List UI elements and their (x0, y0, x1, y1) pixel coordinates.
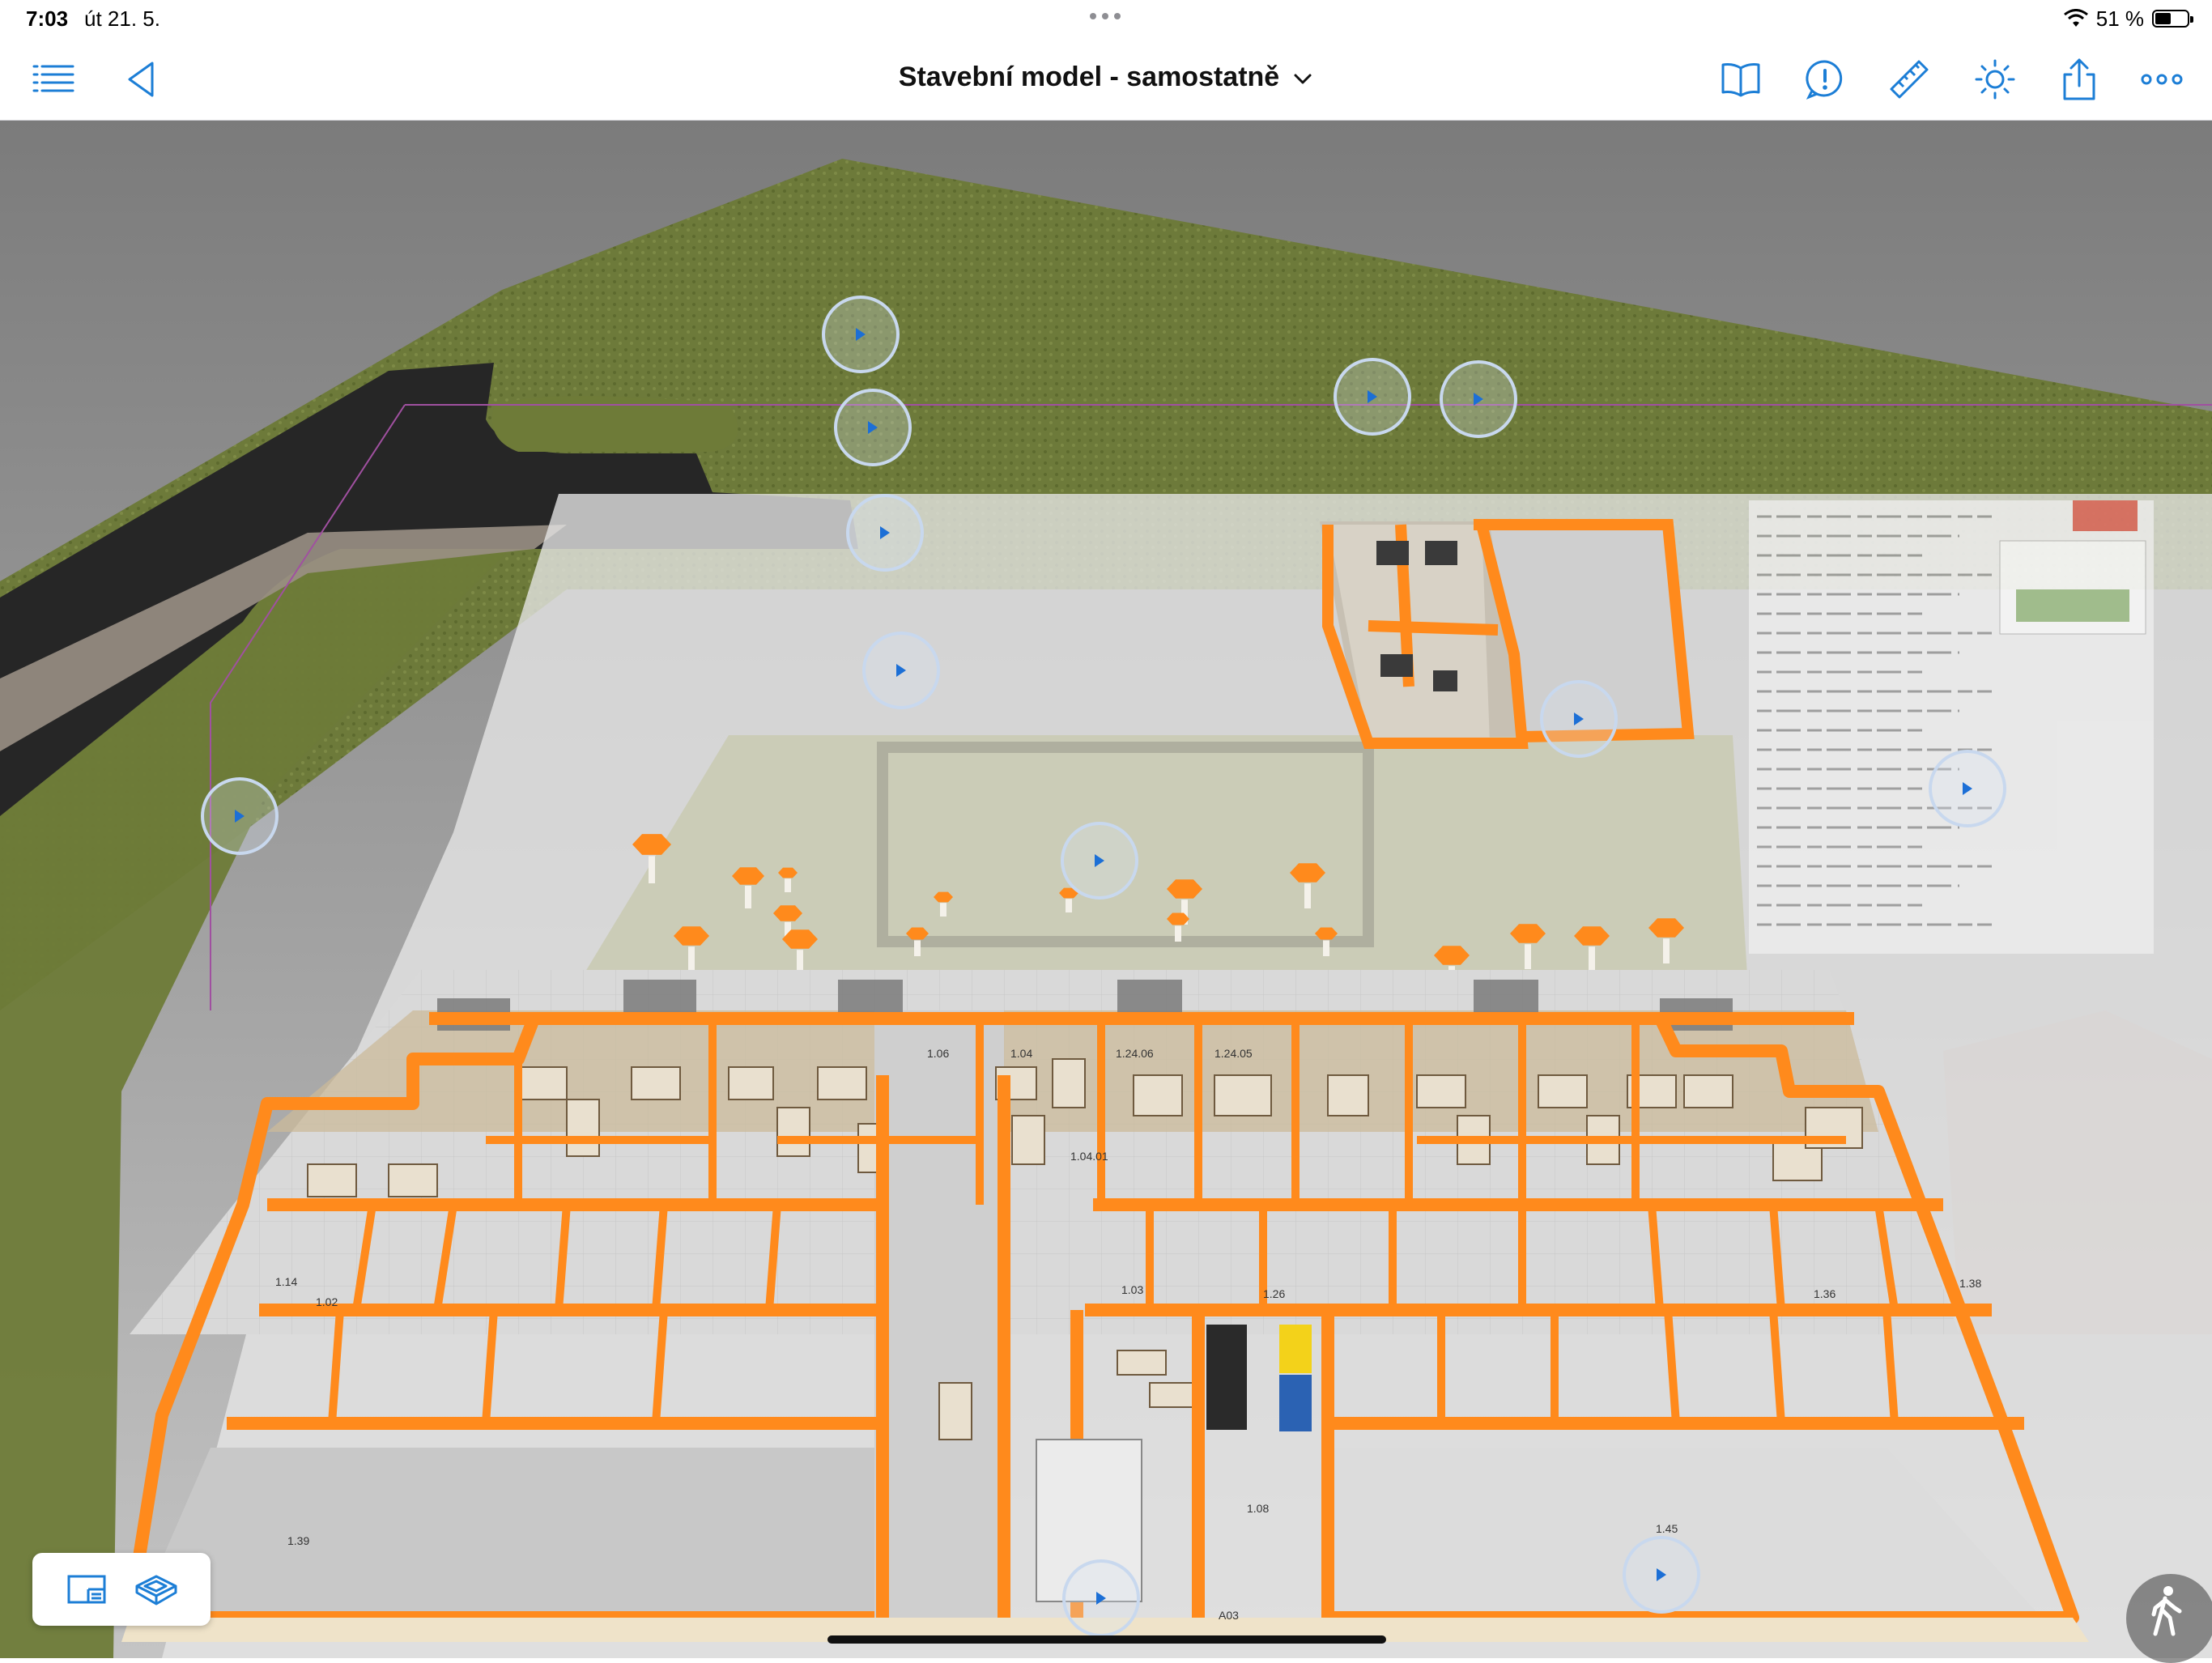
drawing-legend-table (1749, 500, 2154, 954)
furniture-item (388, 1163, 438, 1197)
room-label: 1.38 (1959, 1277, 1981, 1290)
marker-stem (1663, 938, 1670, 963)
marker-stem (745, 886, 751, 908)
furniture-item (517, 1066, 568, 1100)
furniture-item (631, 1066, 681, 1100)
multitasking-dots[interactable] (1090, 8, 1122, 24)
furniture-item (817, 1066, 867, 1100)
furniture-item (938, 1382, 972, 1440)
chevron-down-icon (1294, 74, 1312, 84)
home-indicator (827, 1635, 1386, 1644)
room-label: 1.36 (1814, 1287, 1836, 1300)
furniture-item (1214, 1074, 1272, 1116)
balcony (838, 980, 903, 1012)
main-building (121, 970, 2089, 1642)
room-label: 1.08 (1247, 1502, 1269, 1515)
room-label: 1.14 (275, 1275, 297, 1288)
room-label: 1.06 (927, 1047, 949, 1060)
model-title-dropdown[interactable]: Stavební model - samostatně (0, 62, 2212, 93)
furniture-item (1538, 1074, 1588, 1108)
marker-stem (1304, 883, 1311, 908)
room-label: 1.24.06 (1116, 1047, 1154, 1060)
book-icon[interactable] (1718, 57, 1763, 102)
room-label: 1.45 (1656, 1522, 1678, 1535)
room-label: 1.24.05 (1214, 1047, 1253, 1060)
status-time: 7:03 (26, 6, 69, 31)
furniture-item (728, 1066, 774, 1100)
status-date: út 21. 5. (84, 6, 160, 31)
room-label: 1.39 (287, 1534, 309, 1547)
room-label: 1.03 (1121, 1283, 1143, 1296)
room-label: 1.02 (316, 1295, 338, 1308)
furniture-item (566, 1099, 600, 1157)
ruler-icon[interactable] (1887, 57, 1932, 102)
marker-stem (649, 856, 655, 883)
more-icon[interactable] (2139, 57, 2184, 102)
marker-stem (785, 878, 791, 892)
status-bar: 7:03 út 21. 5. 51 % (0, 0, 2212, 39)
battery-fill (2155, 13, 2172, 24)
wifi-icon (2063, 9, 2088, 27)
furniture-item (1149, 1382, 1199, 1408)
model-3d-icon[interactable] (134, 1567, 179, 1612)
marker-stem (1323, 940, 1329, 956)
room-label: 1.04.01 (1070, 1150, 1108, 1163)
furniture-item (1327, 1074, 1369, 1116)
furniture-item (1011, 1115, 1045, 1165)
furniture-item (1052, 1058, 1086, 1108)
furniture-item (1133, 1074, 1183, 1116)
battery-percent: 51 % (2095, 6, 2144, 31)
walk-icon (2151, 1586, 2182, 1636)
walk-mode-button[interactable] (2126, 1574, 2212, 1663)
battery-icon (2152, 10, 2193, 28)
status-right: 51 % (2063, 6, 2193, 31)
building-model-scene[interactable]: 1.06 1.04 1.24.06 1.24.05 1.04.01 1.14 1… (0, 120, 2212, 1658)
alert-icon[interactable] (1802, 57, 1848, 102)
view-mode-toggle[interactable] (32, 1553, 211, 1626)
room-label: 1.04 (1010, 1047, 1032, 1060)
balcony (1117, 980, 1182, 1012)
marker-stem (914, 940, 921, 956)
marker-stem (1066, 899, 1072, 912)
furniture-item (1683, 1074, 1733, 1108)
furniture-item (307, 1163, 357, 1197)
share-icon[interactable] (2057, 57, 2102, 102)
sun-icon[interactable] (1972, 57, 2018, 102)
sheet-view-icon[interactable] (64, 1567, 109, 1612)
balcony (623, 980, 696, 1012)
marker-stem (1175, 925, 1181, 942)
furniture-item (1117, 1350, 1167, 1376)
page-title: Stavební model - samostatně (898, 62, 1280, 92)
nav-bar: Stavební model - samostatně (0, 39, 2212, 121)
room-label: A03 (1219, 1609, 1239, 1622)
marker-stem (1589, 946, 1595, 972)
furniture-item (776, 1107, 810, 1157)
marker-stem (1525, 944, 1531, 969)
model-viewport[interactable]: 1.06 1.04 1.24.06 1.24.05 1.04.01 1.14 1… (0, 120, 2212, 1658)
furniture-item (1416, 1074, 1466, 1108)
marker-stem (940, 903, 946, 917)
balcony (1474, 980, 1538, 1012)
room-label: 1.26 (1263, 1287, 1285, 1300)
annex-building (1320, 519, 1695, 749)
marker-stem (688, 946, 695, 972)
